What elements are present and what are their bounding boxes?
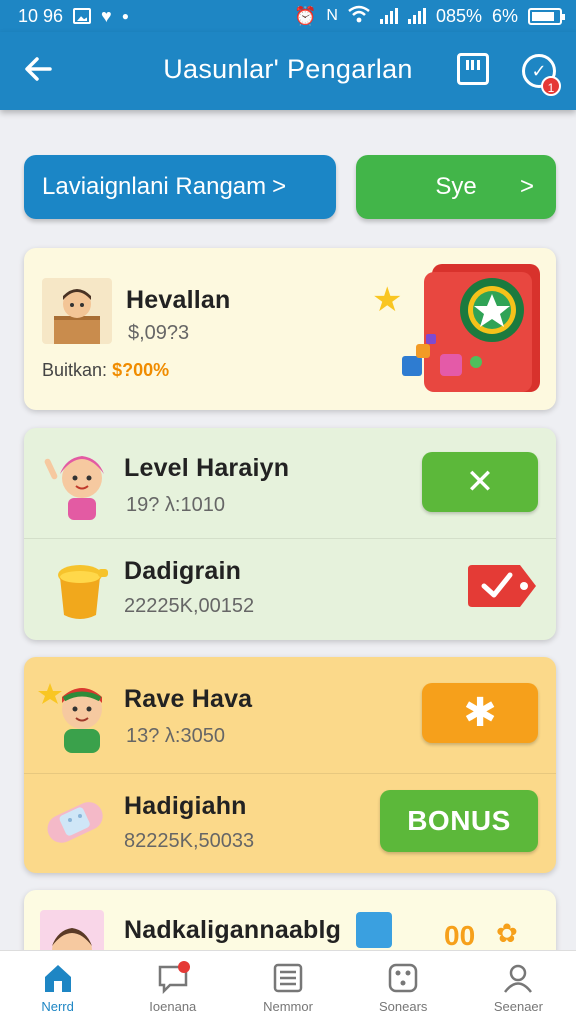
signal-bars-icon: [379, 8, 398, 24]
gallery-icon: [73, 8, 92, 24]
avatar-box-boy: [42, 278, 112, 344]
footer-value: $?00%: [112, 360, 170, 380]
footer-label: Buitkan:: [42, 360, 108, 380]
battery-icon: [528, 7, 565, 25]
wifi-icon: [348, 5, 370, 28]
tab-laviaignlani[interactable]: Laviaignlani Rangam >: [24, 155, 336, 219]
dot-icon: ●: [121, 9, 129, 23]
nav-label: Nemmor: [263, 999, 313, 1014]
list-icon: [271, 961, 305, 995]
bonus-button[interactable]: BONUS: [380, 790, 538, 852]
home-icon: [41, 961, 75, 995]
list-item[interactable]: Level Haraiyn 19? λ:1010 ✕: [24, 428, 556, 538]
featured-card[interactable]: Hevallan $,09?3 Buitkan: $?00% ★: [24, 248, 556, 410]
card-icon: [356, 912, 392, 948]
bottom-nav: Nerrd Ioenana Nemmor Sonears Seenaer: [0, 950, 576, 1024]
signal-bars-icon-2: [407, 8, 426, 24]
user-icon: [501, 961, 535, 995]
close-action-button[interactable]: ✕: [422, 452, 538, 512]
item-subtitle: 22225K,00152: [124, 595, 255, 617]
partial-value: 00: [444, 920, 476, 951]
nav-item-games[interactable]: Sonears: [346, 951, 461, 1024]
status-time: 10 96: [18, 5, 64, 26]
nav-item-profile[interactable]: Seenaer: [461, 951, 576, 1024]
heart-icon: ♥: [101, 5, 112, 26]
featured-footer: Buitkan: $?00%: [42, 360, 169, 381]
battery-percent: 6%: [491, 5, 518, 26]
paw-icon: ✿: [496, 918, 518, 948]
avatar-boy: [38, 673, 118, 759]
nav-item-home[interactable]: Nerrd: [0, 951, 115, 1024]
dice-icon: [386, 961, 420, 995]
tab-label: Sye: [435, 173, 477, 200]
nav-item-messages[interactable]: Ioenana: [115, 951, 230, 1024]
status-bar: 10 96 ♥ ● ⏰ N 085% 6%: [0, 0, 576, 32]
app-bar: Uasunlar' Pengarlan ✓ 1: [0, 32, 576, 110]
nav-label: Ioenana: [149, 999, 197, 1014]
page-title: Uasunlar' Pengarlan: [163, 54, 413, 84]
chat-bubble-icon: [156, 961, 190, 995]
list-item[interactable]: Rave Hava 13? λ:3050 ✱: [24, 657, 556, 773]
featured-title: Hevallan: [126, 286, 231, 314]
list-item[interactable]: Dadigrain 22225K,00152: [24, 539, 556, 640]
item-subtitle: 19? λ:1010: [126, 494, 225, 516]
reward-group-card: Level Haraiyn 19? λ:1010 ✕ Dadigrain 222…: [24, 428, 556, 640]
calendar-icon[interactable]: [457, 53, 489, 85]
no-signal-icon: N: [326, 7, 338, 24]
chevron-right-icon: >: [519, 173, 534, 200]
notification-badge: 1: [541, 76, 561, 96]
nav-label: Seenaer: [493, 999, 543, 1014]
star-action-button[interactable]: ✱: [422, 683, 538, 743]
list-item[interactable]: Hadigiahn 82225K,50033 BONUS: [24, 774, 556, 873]
reward-group-card-2: Rave Hava 13? λ:3050 ✱ Hadigiahn 82225K,…: [24, 657, 556, 873]
alarm-icon: ⏰: [293, 5, 317, 26]
nav-label: Sonears: [379, 999, 428, 1014]
item-title: Hadigiahn: [124, 792, 247, 820]
tag-check-icon[interactable]: [464, 561, 540, 611]
tab-sye[interactable]: Sye >: [356, 155, 556, 219]
avatar-girl: [38, 444, 118, 528]
game-box-illustration: [394, 258, 544, 398]
tab-label: Laviaignlani Rangam: [42, 173, 267, 200]
item-title: Dadigrain: [124, 557, 242, 585]
pot-icon: [48, 559, 112, 625]
item-subtitle: 13? λ:3050: [126, 725, 225, 747]
item-title: Rave Hava: [124, 685, 253, 713]
bandage-icon: [40, 788, 112, 852]
featured-subtitle: $,09?3: [128, 322, 190, 344]
item-title: Level Haraiyn: [124, 454, 290, 482]
nav-label: Nerrd: [41, 999, 74, 1014]
item-subtitle: 82225K,50033: [124, 830, 255, 852]
chevron-right-icon: >: [272, 173, 287, 200]
partial-title: Nadkaligannaablg: [124, 916, 342, 944]
signal-percent: 085%: [435, 5, 482, 26]
nav-item-list[interactable]: Nemmor: [230, 951, 345, 1024]
